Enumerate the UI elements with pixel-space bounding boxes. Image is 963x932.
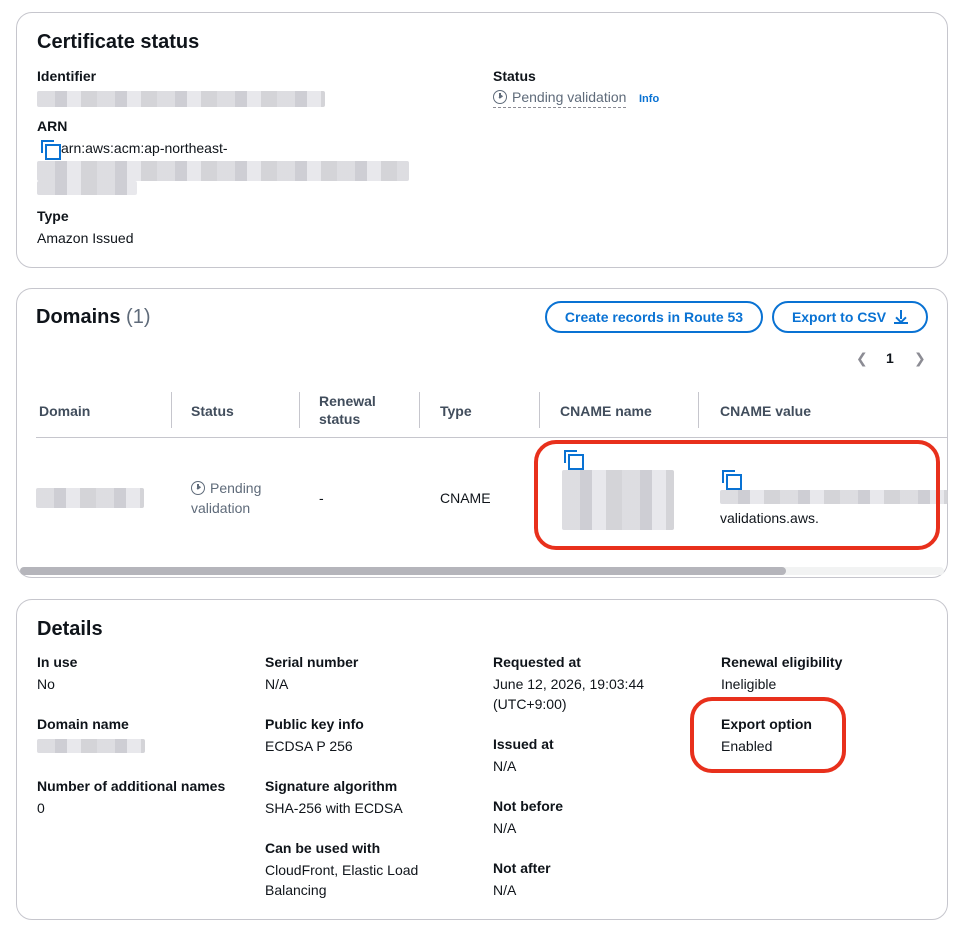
domains-count: (1)	[126, 306, 151, 328]
export-csv-label: Export to CSV	[791, 309, 887, 325]
row-pending-clock-icon	[191, 481, 205, 495]
status-info-link[interactable]: Info	[639, 93, 659, 105]
create-records-route53-label: Create records in Route 53	[564, 309, 744, 325]
issued-at-label: Issued at	[493, 736, 554, 752]
domain-redacted	[36, 488, 144, 508]
column-header-cname-name[interactable]: CNAME name	[560, 402, 652, 420]
row-type: CNAME	[440, 490, 491, 506]
public-key-value: ECDSA P 256	[265, 738, 353, 754]
can-be-used-value: CloudFront, Elastic Load Balancing	[265, 862, 419, 898]
not-after-label: Not after	[493, 860, 551, 876]
column-header-domain[interactable]: Domain	[39, 402, 90, 420]
domains-title: Domains	[36, 306, 121, 328]
in-use-value: No	[37, 676, 55, 692]
row-renewal-status: -	[319, 490, 324, 506]
cname-highlight-box	[534, 440, 940, 550]
export-csv-button[interactable]: Export to CSV	[772, 301, 928, 333]
arn-redacted-line-2	[37, 181, 137, 195]
serial-number-label: Serial number	[265, 654, 359, 670]
column-separator[interactable]	[539, 392, 540, 428]
certificate-status-card: Certificate status Identifier ARN arn:aw…	[16, 12, 948, 268]
type-value: Amazon Issued	[37, 230, 134, 246]
domains-heading: Domains (1)	[36, 306, 150, 329]
serial-number-value: N/A	[265, 676, 289, 692]
table-header-divider	[36, 437, 948, 438]
domain-name-redacted	[37, 739, 145, 753]
renewal-eligibility-label: Renewal eligibility	[721, 654, 843, 670]
pending-clock-icon	[493, 90, 507, 104]
identifier-redacted	[37, 91, 325, 107]
status-value-text: Pending validation	[512, 89, 627, 105]
not-before-label: Not before	[493, 798, 563, 814]
column-header-cname-value[interactable]: CNAME value	[720, 402, 811, 420]
column-separator[interactable]	[698, 392, 699, 428]
identifier-label: Identifier	[37, 68, 97, 84]
certificate-status-title: Certificate status	[37, 31, 200, 53]
create-records-route53-button[interactable]: Create records in Route 53	[545, 301, 763, 333]
requested-at-value: June 12, 2026, 19:03:44 (UTC+9:00)	[493, 676, 645, 712]
in-use-label: In use	[37, 654, 78, 670]
not-before-value: N/A	[493, 820, 517, 836]
renewal-eligibility-value: Ineligible	[721, 676, 777, 692]
arn-value: arn:aws:acm:ap-northeast-	[61, 140, 228, 156]
pagination-next-icon[interactable]: ❯	[914, 350, 926, 367]
copy-arn-icon[interactable]	[41, 140, 61, 160]
requested-at-label: Requested at	[493, 654, 581, 670]
domain-name-label: Domain name	[37, 716, 129, 732]
column-header-status[interactable]: Status	[191, 402, 234, 420]
type-label: Type	[37, 208, 69, 224]
column-header-type[interactable]: Type	[440, 402, 472, 420]
additional-names-label: Number of additional names	[37, 778, 226, 794]
not-after-value: N/A	[493, 882, 517, 898]
pagination-current-page[interactable]: 1	[886, 350, 894, 366]
details-title: Details	[37, 618, 103, 640]
horizontal-scrollbar-thumb[interactable]	[20, 567, 786, 575]
status-label: Status	[493, 68, 536, 84]
status-value[interactable]: Pending validation	[493, 89, 627, 108]
horizontal-scrollbar[interactable]	[20, 567, 944, 575]
additional-names-value: 0	[37, 800, 45, 816]
column-separator[interactable]	[171, 392, 172, 428]
issued-at-value: N/A	[493, 758, 517, 774]
column-separator[interactable]	[299, 392, 300, 428]
pagination-previous-icon[interactable]: ❮	[856, 350, 868, 367]
arn-redacted-line-1	[37, 161, 409, 181]
signature-algorithm-value: SHA-256 with ECDSA	[265, 800, 403, 816]
download-icon	[894, 310, 909, 324]
public-key-label: Public key info	[265, 716, 364, 732]
row-status: Pending validation	[191, 478, 291, 518]
arn-label: ARN	[37, 118, 68, 134]
column-header-renewal-status[interactable]: Renewal status	[319, 392, 399, 428]
signature-algorithm-label: Signature algorithm	[265, 778, 398, 794]
can-be-used-label: Can be used with	[265, 840, 381, 856]
export-option-highlight-box	[690, 697, 846, 773]
column-separator[interactable]	[419, 392, 420, 428]
